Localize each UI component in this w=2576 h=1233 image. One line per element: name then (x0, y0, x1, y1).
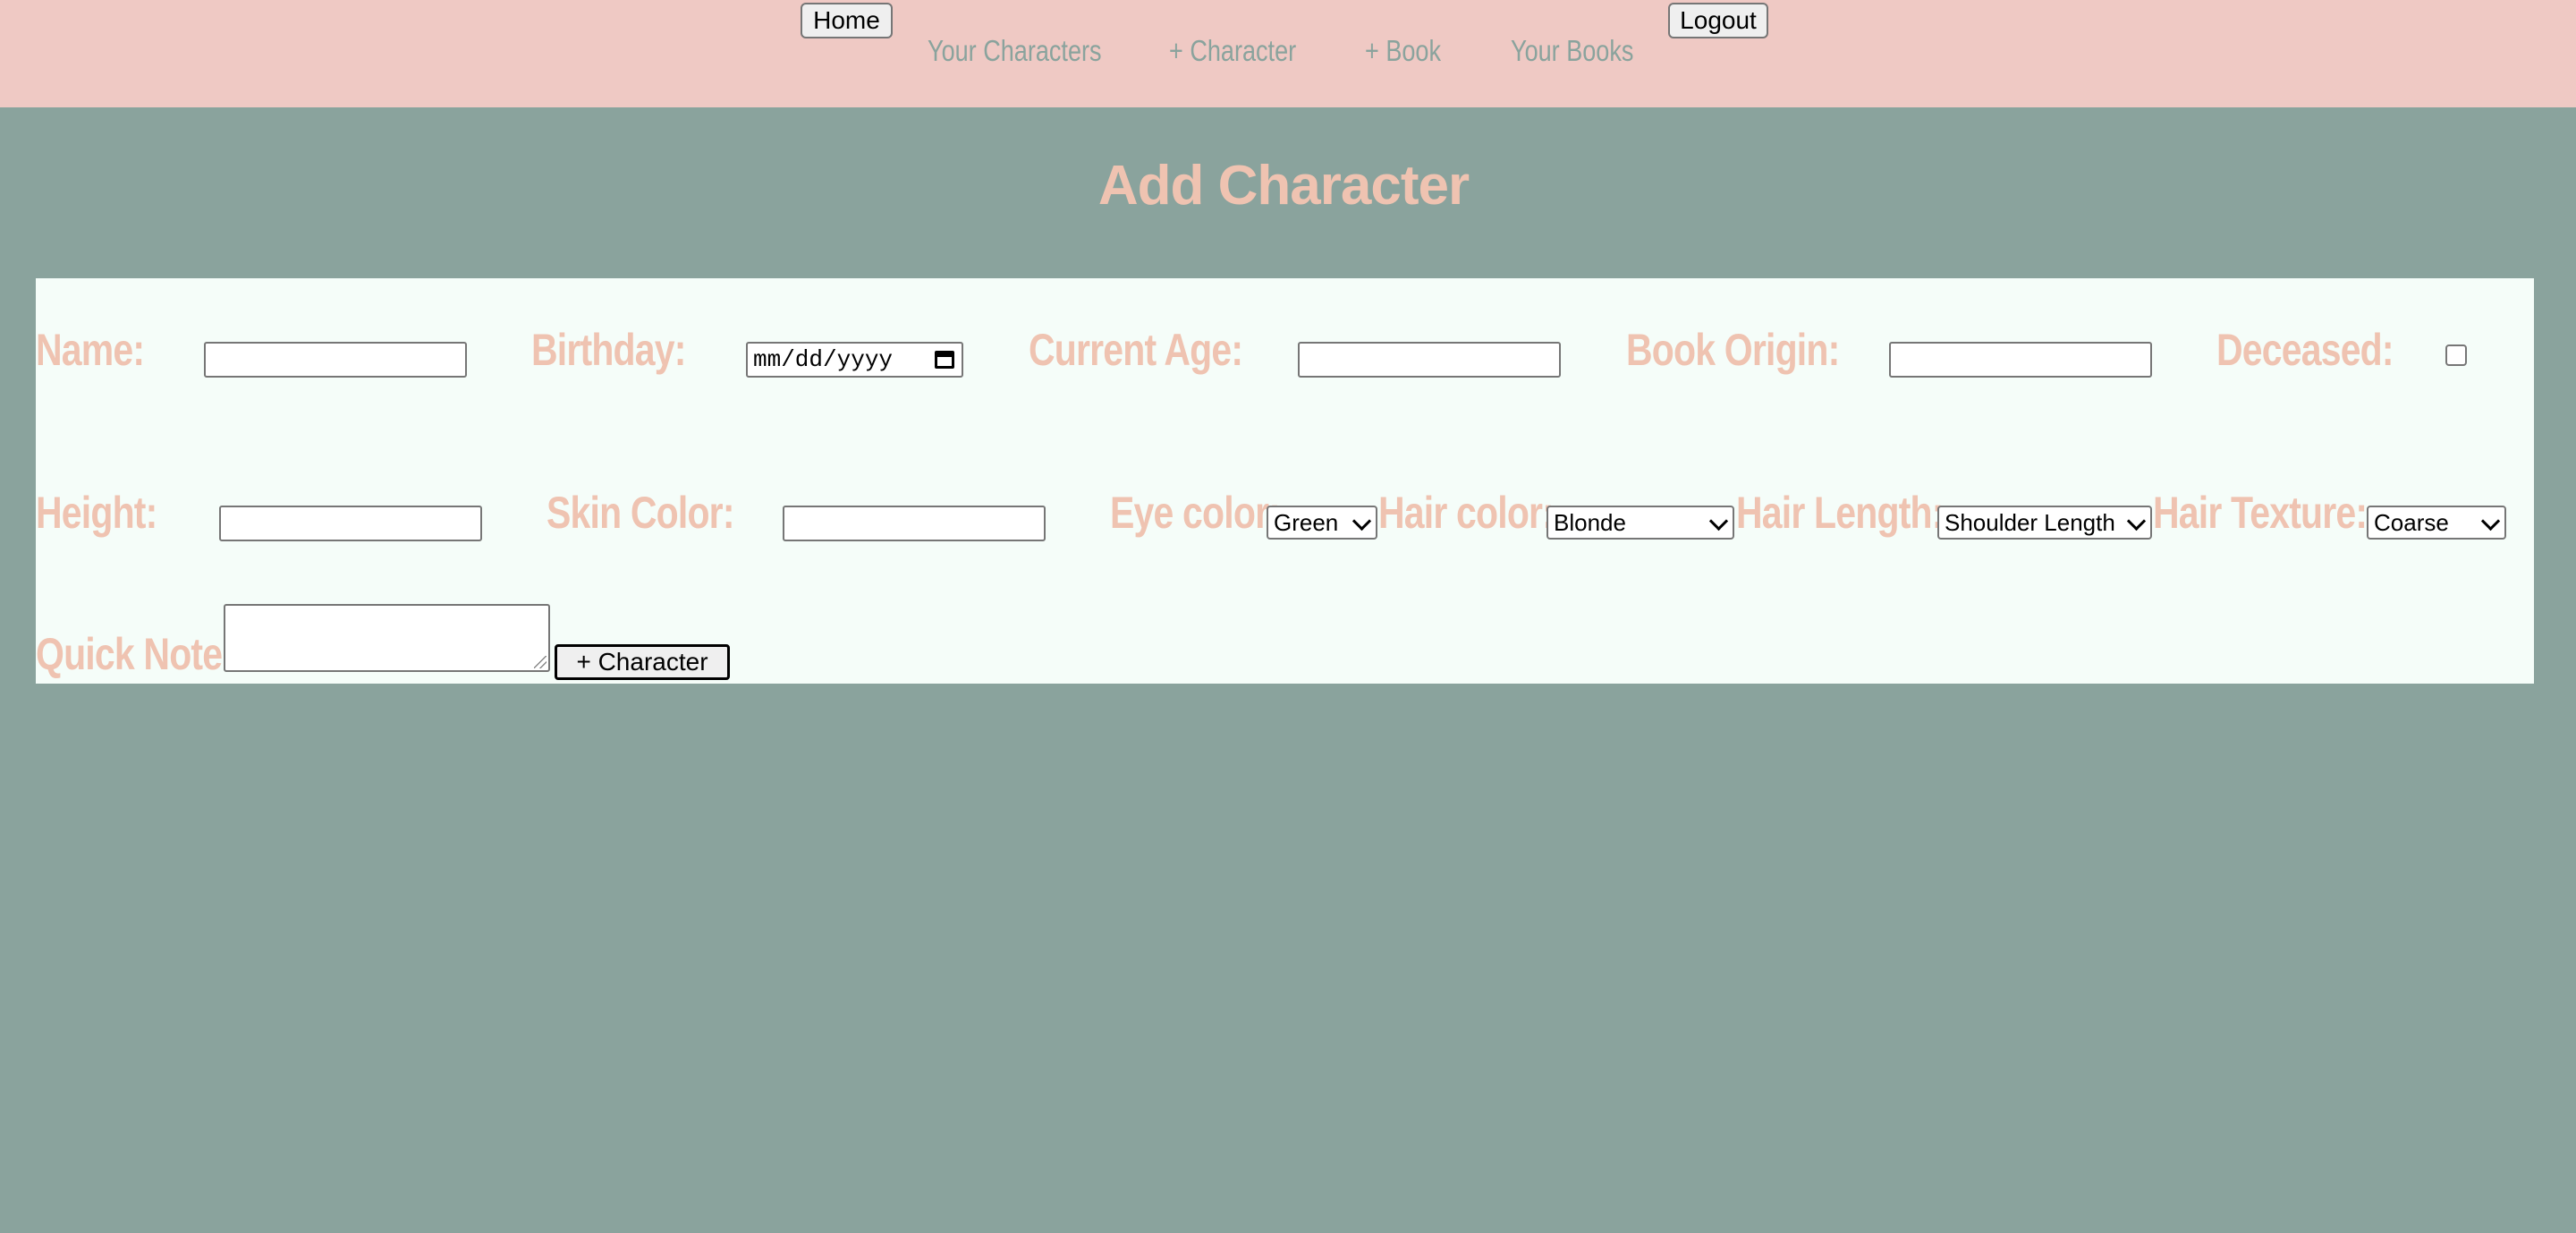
nav-link-your-books[interactable]: Your Books (1511, 34, 1633, 68)
eye-color-label: Eye color: (1110, 488, 1281, 538)
calendar-icon[interactable] (935, 351, 954, 369)
nav-link-add-character[interactable]: + Character (1169, 34, 1296, 68)
hair-color-label: Hair color: (1378, 488, 1555, 538)
hair-length-value: Shoulder Length (1945, 508, 2115, 536)
add-character-submit-button[interactable]: + Character (555, 644, 730, 680)
eye-color-value: Green (1274, 508, 1339, 536)
home-button[interactable]: Home (801, 3, 893, 38)
birthday-label: Birthday: (531, 325, 686, 375)
name-input[interactable] (204, 342, 467, 378)
nav-link-add-book[interactable]: + Book (1365, 34, 1441, 68)
page-title: Add Character (1097, 155, 1470, 217)
height-label: Height: (36, 488, 157, 538)
hair-texture-label: Hair Texture: (2153, 488, 2368, 538)
current-age-input[interactable] (1298, 342, 1561, 378)
deceased-label: Deceased: (2216, 325, 2394, 375)
hair-texture-select[interactable]: Coarse (2367, 506, 2506, 540)
height-input[interactable] (219, 506, 482, 541)
chevron-down-icon (1708, 511, 1729, 531)
top-navbar: Home Your Characters + Character + Book … (0, 0, 2576, 107)
skin-color-input[interactable] (783, 506, 1046, 541)
hair-length-select[interactable]: Shoulder Length (1937, 506, 2152, 540)
birthday-date-input[interactable]: mm/dd/yyyy (746, 342, 963, 378)
logout-button[interactable]: Logout (1668, 3, 1768, 38)
chevron-down-icon (2480, 511, 2501, 531)
chevron-down-icon (1352, 511, 1372, 531)
resize-grip-icon[interactable] (534, 656, 547, 668)
hair-color-value: Blonde (1554, 508, 1626, 536)
page: Home Your Characters + Character + Book … (0, 0, 2576, 1233)
quick-note-textarea[interactable] (224, 604, 550, 672)
quick-note-label: Quick Note: (36, 629, 234, 679)
book-origin-input[interactable] (1889, 342, 2152, 378)
chevron-down-icon (2126, 511, 2147, 531)
name-label: Name: (36, 325, 145, 375)
hair-texture-value: Coarse (2374, 508, 2449, 536)
book-origin-label: Book Origin: (1626, 325, 1840, 375)
hair-length-label: Hair Length: (1736, 488, 1944, 538)
eye-color-select[interactable]: Green (1267, 506, 1377, 540)
deceased-checkbox[interactable] (2445, 344, 2467, 366)
skin-color-label: Skin Color: (547, 488, 734, 538)
hair-color-select[interactable]: Blonde (1546, 506, 1734, 540)
nav-link-your-characters[interactable]: Your Characters (928, 34, 1102, 68)
birthday-date-placeholder: mm/dd/yyyy (753, 346, 894, 373)
current-age-label: Current Age: (1029, 325, 1243, 375)
